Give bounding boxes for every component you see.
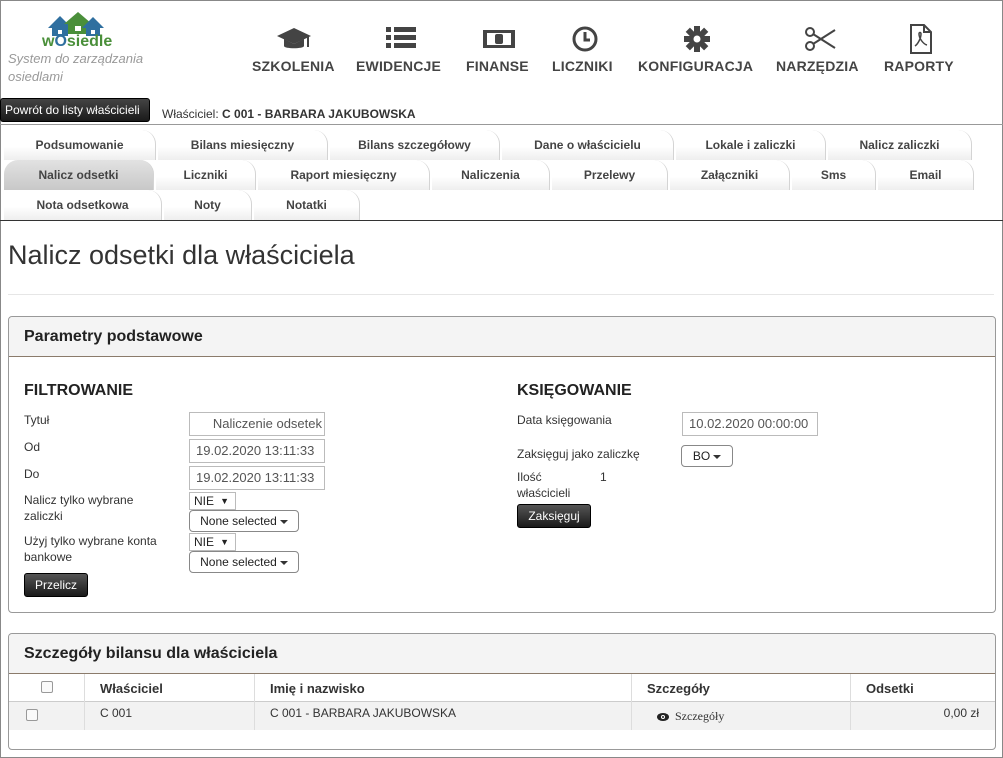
filter-title: FILTROWANIE [24,382,134,399]
from-date-input[interactable]: 19.02.2020 13:11:33 [189,439,325,463]
nav-szkolenia[interactable]: SZKOLENIA [252,24,336,74]
details-heading: Szczegóły bilansu dla właściciela [9,634,995,674]
table-header-row: Właściciel Imię i nazwisko Szczegóły Ods… [9,674,995,702]
selected-advances-select[interactable]: NIE ▼ [189,492,236,510]
owner-count-label: Ilość właścicieli [517,470,571,500]
tab-przelewy[interactable]: Przelewy [552,160,668,190]
selected-advances-label: Nalicz tylko wybrane zaliczki [24,493,134,523]
book-as-dropdown[interactable]: BO [681,445,733,467]
tab-noty[interactable]: Noty [164,190,252,220]
params-heading: Parametry podstawowe [9,317,995,357]
row-checkbox[interactable] [26,709,38,721]
title-input[interactable]: Naliczenie odsetek [189,412,325,436]
accounts-multiselect[interactable]: None selected [189,551,299,573]
nav-label: SZKOLENIA [252,58,335,74]
owner-prefix: Właściciel: [162,107,219,121]
tab-podsumowanie[interactable]: Podsumowanie [4,130,156,160]
top-nav: SZKOLENIA EWIDENCJE FINANSE LICZNIKI KON… [0,24,1003,76]
nav-finanse[interactable]: FINANSE [466,24,532,74]
dropdown-arrow-icon: ▼ [220,496,229,506]
details-link[interactable]: Szczegóły [657,709,724,725]
nav-label: RAPORTY [884,58,954,74]
table-row: C 001 C 001 - BARBARA JAKUBOWSKA Szczegó… [9,702,995,730]
owner-value: C 001 - BARBARA JAKUBOWSKA [222,107,416,121]
tab-naliczenia[interactable]: Naliczenia [432,160,550,190]
nav-narzedzia[interactable]: NARZĘDZIA [776,24,864,74]
cell-name: C 001 - BARBARA JAKUBOWSKA [270,706,457,720]
nav-label: LICZNIKI [552,58,613,74]
caret-down-icon [713,454,722,459]
booking-title: KSIĘGOWANIE [517,382,632,399]
tab-email[interactable]: Email [878,160,974,190]
tab-sms[interactable]: Sms [792,160,876,190]
col-interest: Odsetki [866,681,914,696]
nav-ewidencje[interactable]: EWIDENCJE [356,24,446,74]
nav-label: EWIDENCJE [356,58,442,74]
nav-label: NARZĘDZIA [776,58,859,74]
advances-multiselect[interactable]: None selected [189,510,299,532]
post-button[interactable]: Zaksięguj [517,504,591,528]
cell-owner: C 001 [100,706,133,720]
divider [0,124,1003,125]
tab-bilans-szczegolowy[interactable]: Bilans szczegółowy [330,130,500,160]
col-details: Szczegóły [647,681,710,696]
list-icon [356,24,446,54]
caret-down-icon [279,560,288,565]
params-panel: Parametry podstawowe FILTROWANIE Tytuł N… [8,316,996,613]
tab-bar: Podsumowanie Bilans miesięczny Bilans sz… [0,126,1003,220]
selected-accounts-label: Użyj tylko wybrane konta bankowe [24,534,157,564]
gear-icon [638,24,756,54]
divider [0,220,1003,221]
tab-lokale-i-zaliczki[interactable]: Lokale i zaliczki [676,130,826,160]
nav-label: FINANSE [466,58,529,74]
tab-nalicz-odsetki[interactable]: Nalicz odsetki [4,160,154,190]
tab-nota-odsetkowa[interactable]: Nota odsetkowa [4,190,162,220]
to-label: Do [24,467,40,481]
col-name: Imię i nazwisko [270,681,365,696]
from-label: Od [24,440,41,454]
cell-interest: 0,00 zł [943,706,979,720]
nav-label: KONFIGURACJA [638,58,754,74]
graduation-cap-icon [252,24,336,54]
column-divider [254,674,255,730]
dropdown-arrow-icon: ▼ [220,537,229,547]
pdf-icon [884,24,958,54]
page-title: Nalicz odsetki dla właściciela [8,240,355,270]
tab-dane-o-wlascicielu[interactable]: Dane o właścicielu [502,130,674,160]
column-divider [631,674,632,730]
details-panel: Szczegóły bilansu dla właściciela Właści… [8,633,996,750]
book-as-label: Zaksięguj jako zaliczkę [517,447,640,461]
owner-count-value: 1 [600,470,607,484]
tab-raport-miesieczny[interactable]: Raport miesięczny [258,160,430,190]
owner-label: Właściciel: C 001 - BARBARA JAKUBOWSKA [162,107,416,121]
column-divider [850,674,851,730]
divider [8,294,994,295]
tab-notatki[interactable]: Notatki [254,190,360,220]
money-icon [466,24,532,54]
nav-raporty[interactable]: RAPORTY [884,24,958,74]
nav-liczniki[interactable]: LICZNIKI [552,24,618,74]
selected-accounts-select[interactable]: NIE ▼ [189,533,236,551]
scissors-icon [776,24,864,54]
tab-liczniki[interactable]: Liczniki [156,160,256,190]
nav-konfiguracja[interactable]: KONFIGURACJA [638,24,756,74]
column-divider [84,674,85,730]
back-to-owners-button[interactable]: Powrót do listy właścicieli [0,98,150,122]
caret-down-icon [279,519,288,524]
to-date-input[interactable]: 19.02.2020 13:11:33 [189,466,325,490]
eye-icon [657,710,669,725]
tab-zalaczniki[interactable]: Załączniki [670,160,790,190]
tab-nalicz-zaliczki[interactable]: Nalicz zaliczki [828,130,972,160]
booking-date-label: Data księgowania [517,413,612,427]
booking-date-input[interactable]: 10.02.2020 00:00:00 [682,412,818,436]
col-owner: Właściciel [100,681,163,696]
clock-icon [552,24,618,54]
title-label: Tytuł [24,413,50,427]
recalculate-button[interactable]: Przelicz [24,573,88,597]
tab-bilans-miesieczny[interactable]: Bilans miesięczny [158,130,328,160]
select-all-checkbox[interactable] [41,681,53,693]
